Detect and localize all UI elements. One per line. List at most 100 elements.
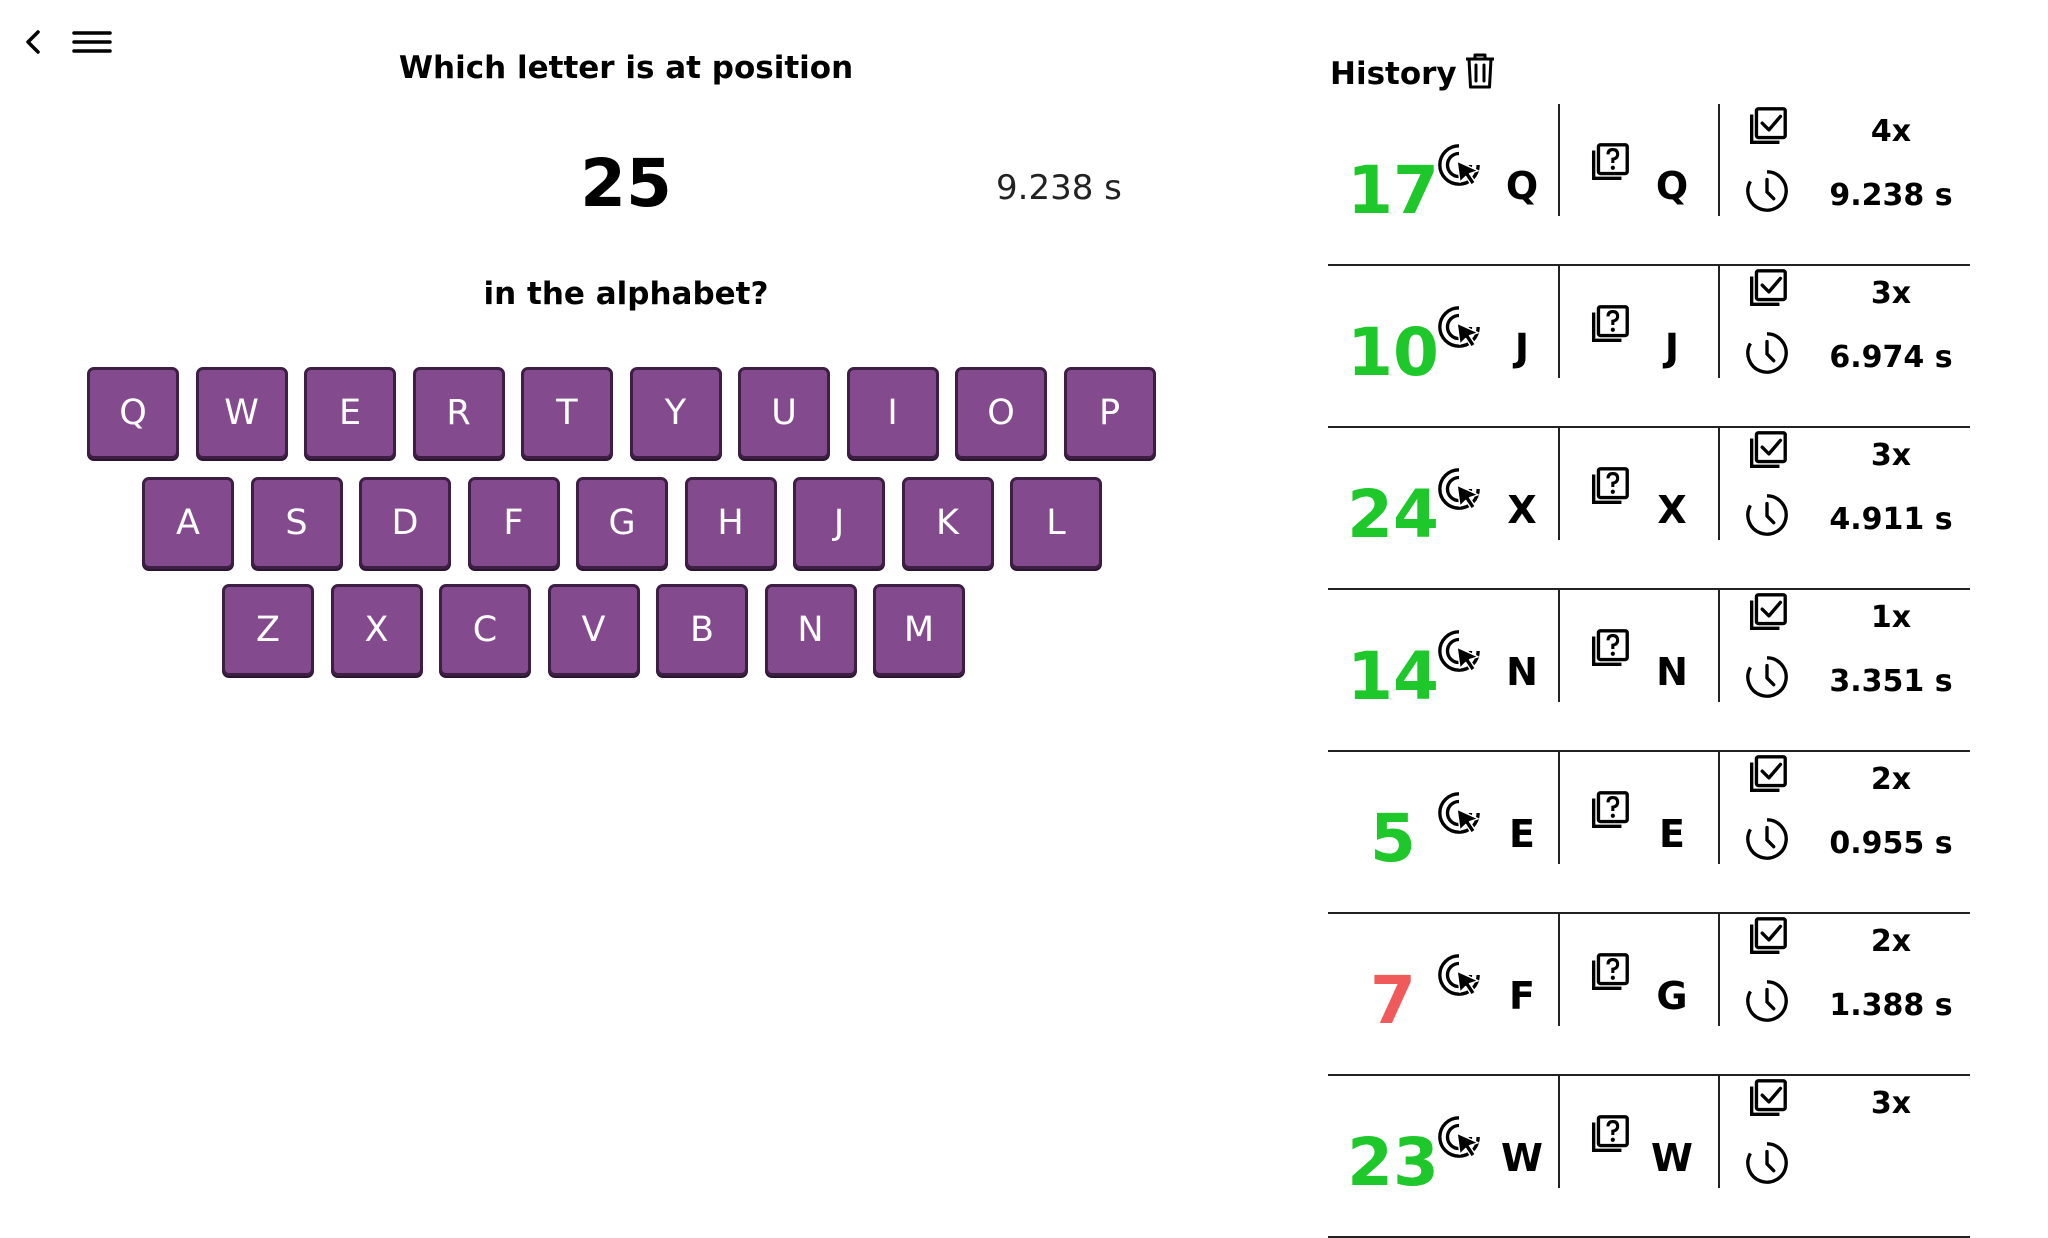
history-separator xyxy=(1558,914,1560,1026)
history-chosen-letter: N xyxy=(1506,650,1538,694)
key-i[interactable]: I xyxy=(846,367,939,459)
key-h[interactable]: H xyxy=(684,477,777,569)
key-k[interactable]: K xyxy=(901,477,994,569)
history-answer-letter: G xyxy=(1656,974,1688,1018)
key-c[interactable]: C xyxy=(439,584,531,676)
clock-icon xyxy=(1744,816,1790,862)
key-q[interactable]: Q xyxy=(87,367,179,459)
history-separator xyxy=(1558,1076,1560,1188)
question-cards-icon xyxy=(1586,302,1632,348)
question-timer: 9.238 s xyxy=(996,168,1122,208)
history-row: 10 J J 3x 6.974 s xyxy=(1328,266,1970,428)
history-attempts: 3x xyxy=(1870,438,1912,473)
key-t[interactable]: T xyxy=(521,367,613,459)
history-separator xyxy=(1718,104,1720,216)
cursor-click-icon xyxy=(1436,304,1482,350)
key-j[interactable]: J xyxy=(793,477,885,569)
history-chosen-letter: X xyxy=(1507,488,1537,532)
key-p[interactable]: P xyxy=(1063,367,1156,459)
key-d[interactable]: D xyxy=(359,477,451,569)
clock-icon xyxy=(1744,978,1790,1024)
history-separator xyxy=(1558,104,1560,216)
question-cards-icon xyxy=(1586,950,1632,996)
history-time: 1.388 s xyxy=(1829,988,1953,1023)
key-v[interactable]: V xyxy=(547,584,640,676)
history-chosen-letter: J xyxy=(1514,326,1530,370)
history-row: 23 W W 3x xyxy=(1328,1076,1970,1238)
checklist-icon xyxy=(1744,428,1790,474)
question-cards-icon xyxy=(1586,464,1632,510)
history-separator xyxy=(1718,266,1720,378)
key-b[interactable]: B xyxy=(656,584,748,676)
question-cards-icon xyxy=(1586,626,1632,672)
checklist-icon xyxy=(1744,1076,1790,1122)
cursor-click-icon xyxy=(1436,790,1482,836)
cursor-click-icon xyxy=(1436,952,1482,998)
cursor-click-icon xyxy=(1436,142,1482,188)
history-separator xyxy=(1558,590,1560,702)
cursor-click-icon xyxy=(1436,628,1482,674)
clock-icon xyxy=(1744,168,1790,214)
history-separator xyxy=(1718,590,1720,702)
history-attempts: 3x xyxy=(1870,1086,1912,1121)
question-cards-icon xyxy=(1586,788,1632,834)
key-u[interactable]: U xyxy=(738,367,830,459)
clock-icon xyxy=(1744,654,1790,700)
history-answer-letter: E xyxy=(1659,812,1685,856)
checklist-icon xyxy=(1744,104,1790,150)
clear-history-button[interactable] xyxy=(1462,52,1498,90)
history-attempts: 4x xyxy=(1870,114,1912,149)
history-attempts: 2x xyxy=(1870,924,1912,959)
checklist-icon xyxy=(1744,752,1790,798)
cursor-click-icon xyxy=(1436,1114,1482,1160)
question-cards-icon xyxy=(1586,1112,1632,1158)
key-g[interactable]: G xyxy=(576,477,668,569)
history-separator xyxy=(1718,1076,1720,1188)
key-z[interactable]: Z xyxy=(222,584,314,676)
key-o[interactable]: O xyxy=(955,367,1047,459)
history-row: 5 E E 2x 0.955 s xyxy=(1328,752,1970,914)
key-r[interactable]: R xyxy=(412,367,505,459)
key-s[interactable]: S xyxy=(250,477,343,569)
clock-icon xyxy=(1744,492,1790,538)
checklist-icon xyxy=(1744,266,1790,312)
history-time: 9.238 s xyxy=(1829,178,1953,213)
question-suffix: in the alphabet? xyxy=(483,276,769,312)
key-w[interactable]: W xyxy=(195,367,288,459)
history-separator xyxy=(1718,752,1720,864)
key-y[interactable]: Y xyxy=(629,367,722,459)
history-attempts: 1x xyxy=(1870,600,1912,635)
key-m[interactable]: M xyxy=(873,584,965,676)
key-n[interactable]: N xyxy=(764,584,857,676)
history-chosen-letter: Q xyxy=(1505,164,1539,208)
clock-icon xyxy=(1744,1140,1790,1186)
key-e[interactable]: E xyxy=(304,367,396,459)
key-a[interactable]: A xyxy=(142,477,234,569)
history-separator xyxy=(1718,428,1720,540)
history-answer-letter: W xyxy=(1651,1136,1693,1180)
history-attempts: 3x xyxy=(1870,276,1912,311)
history-chosen-letter: E xyxy=(1509,812,1535,856)
history-row: 24 X X 3x 4.911 s xyxy=(1328,428,1970,590)
cursor-click-icon xyxy=(1436,466,1482,512)
history-chosen-letter: W xyxy=(1501,1136,1543,1180)
history-time: 4.911 s xyxy=(1829,502,1953,537)
key-x[interactable]: X xyxy=(330,584,423,676)
key-l[interactable]: L xyxy=(1010,477,1102,569)
clock-icon xyxy=(1744,330,1790,376)
history-answer-letter: J xyxy=(1664,326,1680,370)
history-row: 7 F G 2x 1.388 s xyxy=(1328,914,1970,1076)
history-separator xyxy=(1558,428,1560,540)
history-time: 6.974 s xyxy=(1829,340,1953,375)
checklist-icon xyxy=(1744,590,1790,636)
history-time: 3.351 s xyxy=(1829,664,1953,699)
history-title: History xyxy=(1330,56,1457,92)
history-separator xyxy=(1558,752,1560,864)
history-time: 0.955 s xyxy=(1829,826,1953,861)
trash-icon xyxy=(1466,53,1494,89)
history-separator xyxy=(1558,266,1560,378)
key-f[interactable]: F xyxy=(467,477,560,569)
question-prompt: Which letter is at position xyxy=(398,50,854,86)
history-row: 17 Q Q 4x 9.238 s xyxy=(1328,104,1970,266)
history-attempts: 2x xyxy=(1870,762,1912,797)
